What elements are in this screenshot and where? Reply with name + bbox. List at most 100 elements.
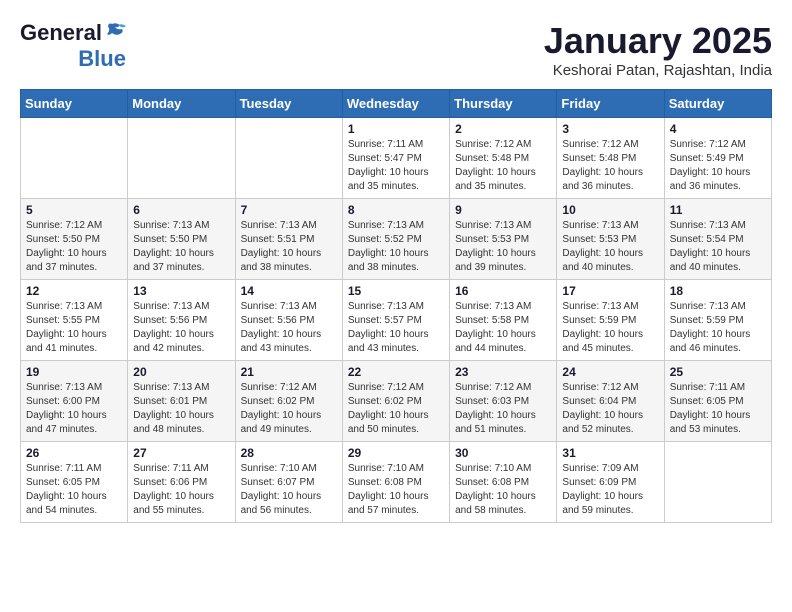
- day-number: 28: [241, 446, 337, 460]
- calendar-week-row: 12 Sunrise: 7:13 AM Sunset: 5:55 PM Dayli…: [21, 280, 772, 361]
- calendar-cell: 14 Sunrise: 7:13 AM Sunset: 5:56 PM Dayli…: [235, 280, 342, 361]
- day-number: 26: [26, 446, 122, 460]
- day-number: 14: [241, 284, 337, 298]
- day-number: 4: [670, 122, 766, 136]
- calendar-cell: 21 Sunrise: 7:12 AM Sunset: 6:02 PM Dayli…: [235, 361, 342, 442]
- calendar-cell: 18Sunrise: 7:13 AM Sunset: 5:59 PM Dayli…: [664, 280, 771, 361]
- day-number: 22: [348, 365, 444, 379]
- day-number: 24: [562, 365, 658, 379]
- day-number: 16: [455, 284, 551, 298]
- day-number: 31: [562, 446, 658, 460]
- day-info: Sunrise: 7:13 AM Sunset: 5:56 PM Dayligh…: [133, 300, 229, 356]
- day-number: 23: [455, 365, 551, 379]
- day-number: 9: [455, 203, 551, 217]
- calendar-cell: 23 Sunrise: 7:12 AM Sunset: 6:03 PM Dayli…: [450, 361, 557, 442]
- day-number: 6: [133, 203, 229, 217]
- day-info: Sunrise: 7:13 AM Sunset: 5:54 PM Dayligh…: [670, 219, 766, 275]
- day-number: 7: [241, 203, 337, 217]
- calendar-cell: 3 Sunrise: 7:12 AM Sunset: 5:48 PM Daylig…: [557, 118, 664, 199]
- day-number: 11: [670, 203, 766, 217]
- calendar-cell: 30 Sunrise: 7:10 AM Sunset: 6:08 PM Dayli…: [450, 442, 557, 523]
- day-number: 12: [26, 284, 122, 298]
- calendar-cell: 27Sunrise: 7:11 AM Sunset: 6:06 PM Dayli…: [128, 442, 235, 523]
- day-number: 19: [26, 365, 122, 379]
- logo-blue-text: Blue: [78, 46, 126, 72]
- day-info: Sunrise: 7:10 AM Sunset: 6:08 PM Dayligh…: [348, 462, 444, 518]
- logo-bird-icon: [104, 22, 126, 40]
- day-info: Sunrise: 7:12 AM Sunset: 5:49 PM Dayligh…: [670, 138, 766, 194]
- day-info: Sunrise: 7:13 AM Sunset: 5:53 PM Dayligh…: [562, 219, 658, 275]
- calendar-cell: 24 Sunrise: 7:12 AM Sunset: 6:04 PM Dayli…: [557, 361, 664, 442]
- calendar-cell: [21, 118, 128, 199]
- day-number: 3: [562, 122, 658, 136]
- day-info: Sunrise: 7:10 AM Sunset: 6:08 PM Dayligh…: [455, 462, 551, 518]
- calendar-cell: 31 Sunrise: 7:09 AM Sunset: 6:09 PM Dayli…: [557, 442, 664, 523]
- day-number: 20: [133, 365, 229, 379]
- day-info: Sunrise: 7:11 AM Sunset: 6:05 PM Dayligh…: [26, 462, 122, 518]
- month-title: January 2025: [544, 20, 772, 62]
- day-number: 1: [348, 122, 444, 136]
- day-number: 2: [455, 122, 551, 136]
- day-number: 13: [133, 284, 229, 298]
- day-number: 17: [562, 284, 658, 298]
- weekday-header-tuesday: Tuesday: [235, 90, 342, 118]
- day-number: 30: [455, 446, 551, 460]
- calendar-cell: 11 Sunrise: 7:13 AM Sunset: 5:54 PM Dayli…: [664, 199, 771, 280]
- day-number: 25: [670, 365, 766, 379]
- location-text: Keshorai Patan, Rajashtan, India: [544, 62, 772, 79]
- day-info: Sunrise: 7:13 AM Sunset: 5:52 PM Dayligh…: [348, 219, 444, 275]
- calendar-week-row: 19 Sunrise: 7:13 AM Sunset: 6:00 PM Dayli…: [21, 361, 772, 442]
- page-header: General Blue January 2025 Keshorai Patan…: [20, 20, 772, 79]
- calendar-cell: 22 Sunrise: 7:12 AM Sunset: 6:02 PM Dayli…: [342, 361, 449, 442]
- calendar-cell: [128, 118, 235, 199]
- day-number: 18: [670, 284, 766, 298]
- day-number: 15: [348, 284, 444, 298]
- day-info: Sunrise: 7:13 AM Sunset: 5:53 PM Dayligh…: [455, 219, 551, 275]
- day-info: Sunrise: 7:13 AM Sunset: 5:58 PM Dayligh…: [455, 300, 551, 356]
- day-info: Sunrise: 7:13 AM Sunset: 5:56 PM Dayligh…: [241, 300, 337, 356]
- day-number: 5: [26, 203, 122, 217]
- day-number: 29: [348, 446, 444, 460]
- day-info: Sunrise: 7:12 AM Sunset: 6:04 PM Dayligh…: [562, 381, 658, 437]
- calendar-cell: 19 Sunrise: 7:13 AM Sunset: 6:00 PM Dayli…: [21, 361, 128, 442]
- day-info: Sunrise: 7:13 AM Sunset: 6:01 PM Dayligh…: [133, 381, 229, 437]
- day-info: Sunrise: 7:12 AM Sunset: 6:02 PM Dayligh…: [348, 381, 444, 437]
- day-info: Sunrise: 7:13 AM Sunset: 6:00 PM Dayligh…: [26, 381, 122, 437]
- calendar-cell: 12 Sunrise: 7:13 AM Sunset: 5:55 PM Dayli…: [21, 280, 128, 361]
- calendar-week-row: 26 Sunrise: 7:11 AM Sunset: 6:05 PM Dayli…: [21, 442, 772, 523]
- calendar-cell: 8Sunrise: 7:13 AM Sunset: 5:52 PM Daylig…: [342, 199, 449, 280]
- day-info: Sunrise: 7:10 AM Sunset: 6:07 PM Dayligh…: [241, 462, 337, 518]
- day-info: Sunrise: 7:13 AM Sunset: 5:55 PM Dayligh…: [26, 300, 122, 356]
- calendar-cell: 16 Sunrise: 7:13 AM Sunset: 5:58 PM Dayli…: [450, 280, 557, 361]
- weekday-header-friday: Friday: [557, 90, 664, 118]
- calendar-week-row: 1 Sunrise: 7:11 AM Sunset: 5:47 PM Daylig…: [21, 118, 772, 199]
- weekday-header-wednesday: Wednesday: [342, 90, 449, 118]
- weekday-header-sunday: Sunday: [21, 90, 128, 118]
- calendar-cell: 6 Sunrise: 7:13 AM Sunset: 5:50 PM Daylig…: [128, 199, 235, 280]
- weekday-header-saturday: Saturday: [664, 90, 771, 118]
- calendar-cell: 2 Sunrise: 7:12 AM Sunset: 5:48 PM Daylig…: [450, 118, 557, 199]
- day-info: Sunrise: 7:09 AM Sunset: 6:09 PM Dayligh…: [562, 462, 658, 518]
- day-info: Sunrise: 7:11 AM Sunset: 5:47 PM Dayligh…: [348, 138, 444, 194]
- day-info: Sunrise: 7:13 AM Sunset: 5:51 PM Dayligh…: [241, 219, 337, 275]
- day-number: 10: [562, 203, 658, 217]
- calendar-cell: 10 Sunrise: 7:13 AM Sunset: 5:53 PM Dayli…: [557, 199, 664, 280]
- calendar-cell: 15 Sunrise: 7:13 AM Sunset: 5:57 PM Dayli…: [342, 280, 449, 361]
- day-info: Sunrise: 7:13 AM Sunset: 5:59 PM Dayligh…: [562, 300, 658, 356]
- calendar-cell: 5 Sunrise: 7:12 AM Sunset: 5:50 PM Daylig…: [21, 199, 128, 280]
- day-info: Sunrise: 7:13 AM Sunset: 5:57 PM Dayligh…: [348, 300, 444, 356]
- day-info: Sunrise: 7:12 AM Sunset: 5:50 PM Dayligh…: [26, 219, 122, 275]
- day-info: Sunrise: 7:12 AM Sunset: 6:03 PM Dayligh…: [455, 381, 551, 437]
- weekday-header-thursday: Thursday: [450, 90, 557, 118]
- day-info: Sunrise: 7:11 AM Sunset: 6:05 PM Dayligh…: [670, 381, 766, 437]
- calendar-cell: 28 Sunrise: 7:10 AM Sunset: 6:07 PM Dayli…: [235, 442, 342, 523]
- day-info: Sunrise: 7:12 AM Sunset: 5:48 PM Dayligh…: [562, 138, 658, 194]
- calendar-cell: 29 Sunrise: 7:10 AM Sunset: 6:08 PM Dayli…: [342, 442, 449, 523]
- day-info: Sunrise: 7:12 AM Sunset: 6:02 PM Dayligh…: [241, 381, 337, 437]
- day-number: 21: [241, 365, 337, 379]
- day-info: Sunrise: 7:12 AM Sunset: 5:48 PM Dayligh…: [455, 138, 551, 194]
- day-info: Sunrise: 7:13 AM Sunset: 5:50 PM Dayligh…: [133, 219, 229, 275]
- calendar-cell: 1 Sunrise: 7:11 AM Sunset: 5:47 PM Daylig…: [342, 118, 449, 199]
- weekday-header-monday: Monday: [128, 90, 235, 118]
- calendar-cell: 26 Sunrise: 7:11 AM Sunset: 6:05 PM Dayli…: [21, 442, 128, 523]
